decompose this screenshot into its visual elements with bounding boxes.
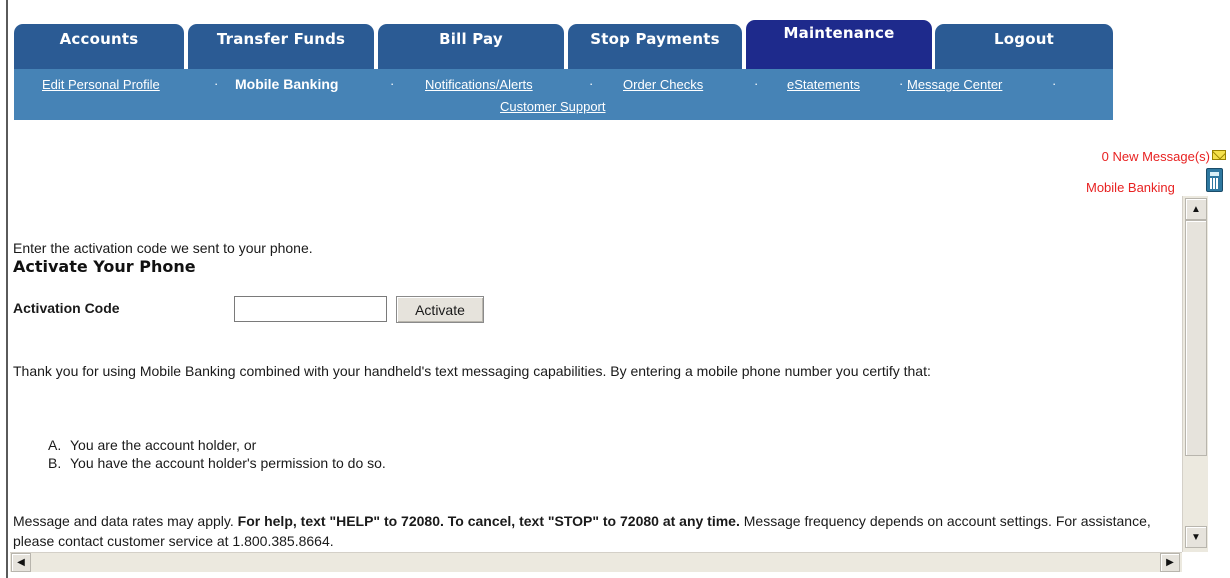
subnav-edit-personal-profile[interactable]: Edit Personal Profile	[42, 77, 160, 92]
subnav-separator: ·	[589, 76, 594, 91]
calculator-keys	[1210, 178, 1219, 189]
certification-text: Thank you for using Mobile Banking combi…	[13, 363, 931, 379]
subnav-separator: ·	[899, 76, 904, 91]
tab-maintenance[interactable]: Maintenance	[746, 20, 932, 69]
tab-transfer-funds[interactable]: Transfer Funds	[188, 24, 374, 69]
subnav-message-center[interactable]: Message Center	[907, 77, 1002, 92]
list-item-text: You are the account holder, or	[70, 437, 257, 453]
subnav-separator: ·	[754, 76, 759, 91]
activation-code-input[interactable]	[234, 296, 387, 322]
subnav-estatements[interactable]: eStatements	[787, 77, 860, 92]
rates-help-text: For help, text "HELP" to 72080. To cance…	[237, 513, 740, 529]
horizontal-scroll-thumb[interactable]	[34, 554, 1160, 572]
vertical-scrollbar[interactable]: ▲ ▼	[1182, 196, 1208, 552]
scroll-left-icon[interactable]: ◀	[11, 553, 31, 572]
conditions-list: A. You are the account holder, or B. You…	[48, 436, 386, 472]
horizontal-scrollbar[interactable]: ◀ ▶	[10, 552, 1182, 572]
subnav-order-checks[interactable]: Order Checks	[623, 77, 703, 92]
intro-text: Enter the activation code we sent to you…	[13, 240, 313, 256]
rates-disclaimer: Message and data rates may apply. For he…	[13, 511, 1173, 551]
vertical-scroll-thumb[interactable]	[1185, 220, 1207, 456]
scroll-down-icon[interactable]: ▼	[1185, 526, 1207, 548]
subnav-separator: ·	[214, 76, 219, 91]
subnav-separator: ·	[390, 76, 395, 91]
list-marker: A.	[48, 437, 62, 453]
page-title: Activate Your Phone	[13, 257, 196, 276]
scroll-up-icon[interactable]: ▲	[1185, 198, 1207, 220]
envelope-icon[interactable]	[1212, 150, 1226, 160]
list-marker: B.	[48, 455, 62, 471]
new-messages-link[interactable]: 0 New Message(s)	[1102, 149, 1210, 164]
rates-prefix: Message and data rates may apply.	[13, 513, 238, 529]
activate-button[interactable]: Activate	[396, 296, 484, 323]
tab-accounts[interactable]: Accounts	[14, 24, 184, 69]
activation-code-label: Activation Code	[13, 300, 120, 316]
subnav-notifications-alerts[interactable]: Notifications/Alerts	[425, 77, 533, 92]
calculator-icon[interactable]	[1206, 168, 1223, 192]
subnav-customer-support[interactable]: Customer Support	[500, 99, 606, 114]
calculator-screen	[1210, 172, 1219, 176]
tab-bill-pay[interactable]: Bill Pay	[378, 24, 564, 69]
content-area: Activate Your Phone Enter the activation…	[10, 196, 1180, 551]
mobile-banking-link[interactable]: Mobile Banking	[1086, 180, 1175, 195]
list-item-text: You have the account holder's permission…	[70, 455, 386, 471]
tab-logout[interactable]: Logout	[935, 24, 1113, 69]
subnav-separator: ·	[1052, 76, 1057, 91]
list-item: A. You are the account holder, or	[48, 436, 386, 454]
list-item: B. You have the account holder's permiss…	[48, 454, 386, 472]
scroll-right-icon[interactable]: ▶	[1160, 553, 1180, 572]
subnav-bar: Edit Personal Profile · Mobile Banking ·…	[14, 69, 1113, 120]
tab-stop-payments[interactable]: Stop Payments	[568, 24, 742, 69]
subnav-mobile-banking[interactable]: Mobile Banking	[235, 76, 338, 92]
page-left-border	[6, 0, 8, 578]
